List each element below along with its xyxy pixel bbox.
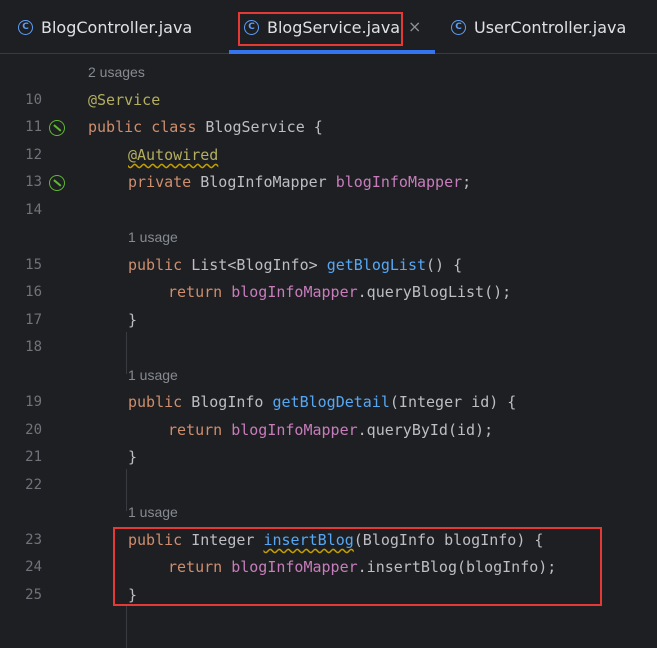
- code-text: public BlogInfo getBlogDetail(Integer id…: [128, 393, 517, 411]
- code-text: }: [128, 448, 138, 466]
- line-number: 21: [25, 449, 42, 465]
- autowired-navigate-icon[interactable]: [49, 175, 65, 191]
- line-number: 20: [25, 422, 42, 438]
- code-line-hint: 1 usage: [0, 224, 657, 252]
- line-number: 18: [25, 339, 42, 355]
- code-line-hint: 1 usage: [0, 499, 657, 527]
- line-number: 22: [25, 477, 42, 493]
- class-icon: C: [451, 19, 466, 35]
- usage-hint[interactable]: 1 usage: [128, 224, 178, 252]
- line-number: 25: [25, 587, 42, 603]
- line-number: 16: [25, 284, 42, 300]
- editor-tab-bar: C BlogController.java C BlogService.java…: [0, 0, 657, 54]
- code-line[interactable]: 20 return blogInfoMapper.queryById(id);: [0, 417, 657, 445]
- code-line[interactable]: 18: [0, 334, 657, 362]
- code-line[interactable]: 14: [0, 197, 657, 225]
- close-tab-icon[interactable]: ×: [408, 17, 421, 36]
- line-number: 17: [25, 312, 42, 328]
- usage-hint[interactable]: 1 usage: [128, 499, 178, 527]
- line-number: 13: [25, 174, 42, 190]
- code-line[interactable]: 19 public BlogInfo getBlogDetail(Integer…: [0, 389, 657, 417]
- line-number: 19: [25, 394, 42, 410]
- line-number: 23: [25, 532, 42, 548]
- tab-label: BlogService.java: [267, 17, 401, 37]
- tab-usercontroller[interactable]: C UserController.java: [451, 0, 626, 54]
- code-line[interactable]: 15 public List<BlogInfo> getBlogList() {: [0, 252, 657, 280]
- class-icon: C: [244, 19, 259, 35]
- line-number: 10: [25, 92, 42, 108]
- code-line[interactable]: 12 @Autowired: [0, 142, 657, 170]
- code-text: @Service: [88, 91, 161, 109]
- code-text: @Autowired: [128, 146, 219, 164]
- code-text: return blogInfoMapper.queryById(id);: [168, 421, 494, 439]
- line-number: 24: [25, 559, 42, 575]
- usage-hint[interactable]: 1 usage: [128, 362, 178, 390]
- spring-bean-icon[interactable]: [49, 120, 65, 136]
- code-line[interactable]: 16 return blogInfoMapper.queryBlogList()…: [0, 279, 657, 307]
- line-number: 14: [25, 202, 42, 218]
- highlight-box-method: [113, 527, 602, 606]
- code-line[interactable]: 21 }: [0, 444, 657, 472]
- usage-hint[interactable]: 2 usages: [88, 59, 145, 87]
- code-line[interactable]: 22: [0, 472, 657, 500]
- code-text: public List<BlogInfo> getBlogList() {: [128, 256, 463, 274]
- line-number: 11: [25, 119, 42, 135]
- code-text: }: [128, 311, 138, 329]
- tab-label: BlogController.java: [41, 17, 193, 37]
- code-text: private BlogInfoMapper blogInfoMapper;: [128, 173, 472, 191]
- code-line[interactable]: 13 private BlogInfoMapper blogInfoMapper…: [0, 169, 657, 197]
- line-number: 15: [25, 257, 42, 273]
- code-line[interactable]: 17 }: [0, 307, 657, 335]
- line-number: 12: [25, 147, 42, 163]
- class-icon: C: [18, 19, 33, 35]
- code-text: public class BlogService {: [88, 118, 323, 136]
- code-line[interactable]: 10 @Service: [0, 87, 657, 115]
- code-line-hint: 2 usages: [0, 59, 657, 87]
- tab-blogservice[interactable]: C BlogService.java: [244, 0, 400, 54]
- code-text: return blogInfoMapper.queryBlogList();: [168, 283, 512, 301]
- active-tab-indicator: [229, 50, 435, 54]
- indent-guide: [126, 606, 127, 648]
- code-line[interactable]: 11 public class BlogService {: [0, 114, 657, 142]
- tab-blogcontroller[interactable]: C BlogController.java: [18, 0, 192, 54]
- code-line-hint: 1 usage: [0, 362, 657, 390]
- tab-label: UserController.java: [474, 17, 627, 37]
